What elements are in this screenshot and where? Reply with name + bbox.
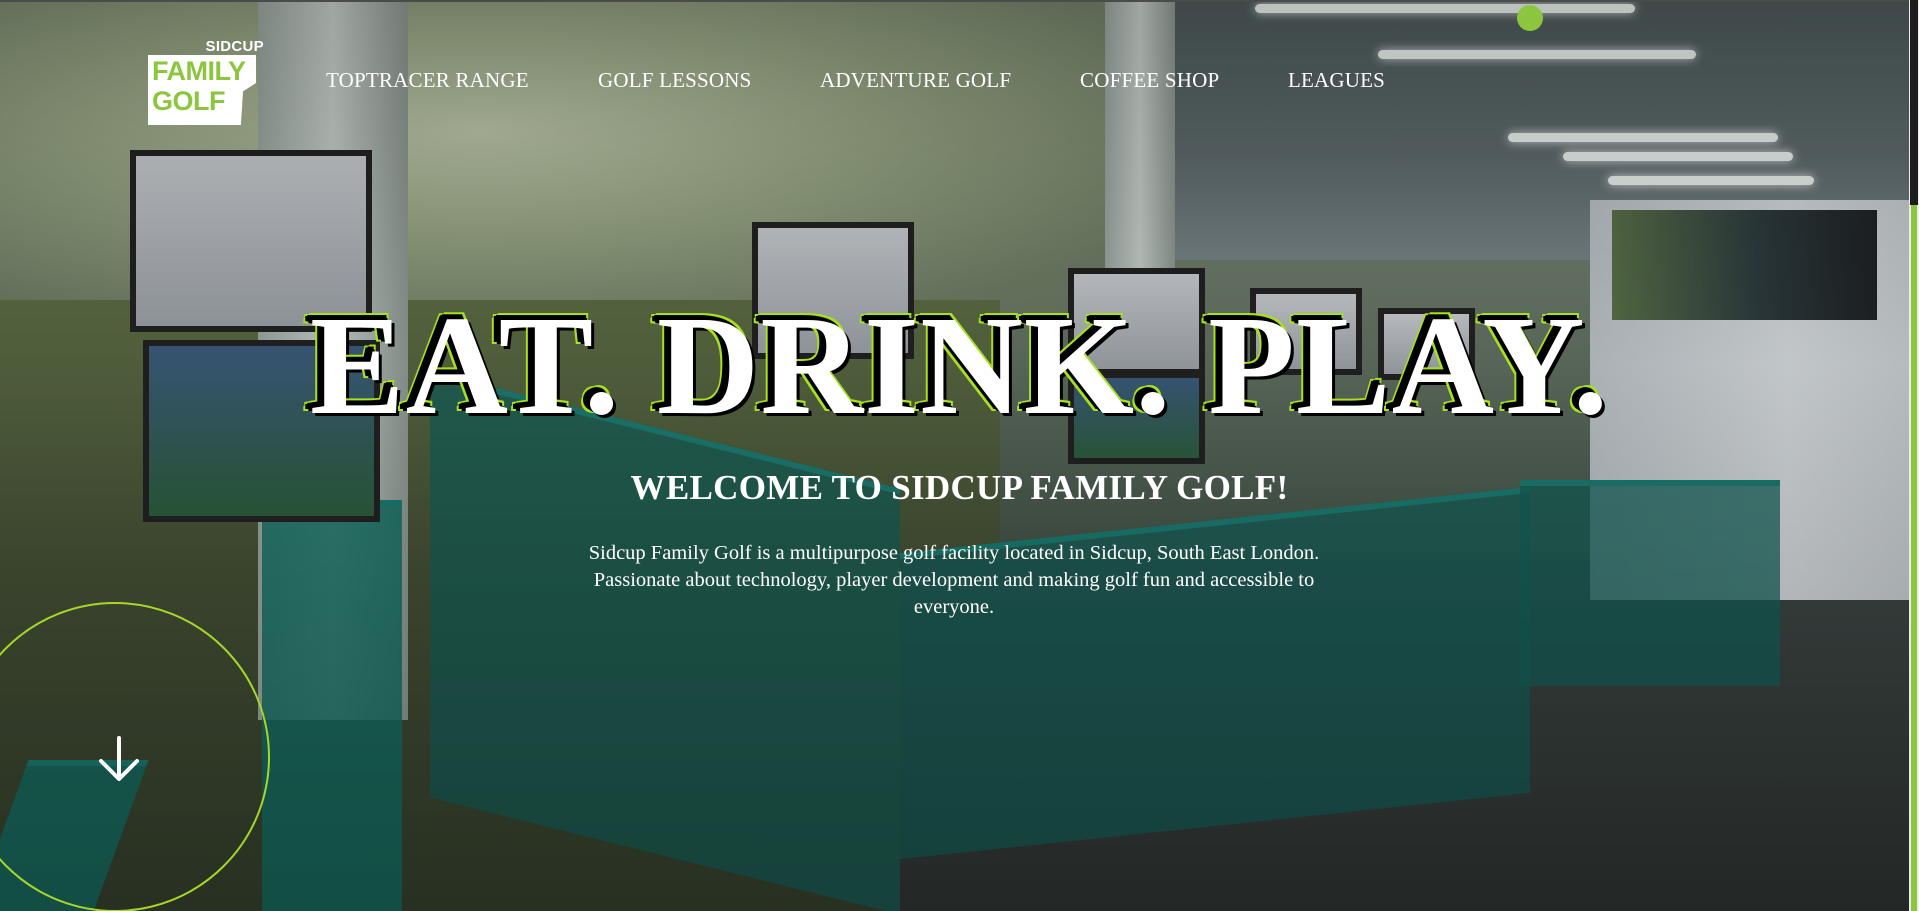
- hero-title: EAT. DRINK. PLAY.: [309, 286, 1610, 444]
- nav-item-leagues[interactable]: LEAGUES: [1288, 68, 1385, 93]
- page-scrollbar[interactable]: [1909, 0, 1919, 911]
- page: SIDCUP FAMILY GOLF TOPTRACER RANGE GOLF …: [0, 0, 1919, 911]
- nav-item-adventure-golf[interactable]: ADVENTURE GOLF: [820, 68, 1011, 93]
- scrollbar-progress-rail: [1911, 205, 1917, 911]
- nav-item-toptracer-range[interactable]: TOPTRACER RANGE: [326, 68, 529, 93]
- arrow-down-icon[interactable]: [96, 736, 142, 782]
- nav-item-coffee-shop[interactable]: COFFEE SHOP: [1080, 68, 1219, 93]
- logo-line-2: GOLF: [152, 86, 226, 116]
- site-logo[interactable]: SIDCUP FAMILY GOLF: [148, 38, 266, 126]
- logo-top-text: SIDCUP: [205, 38, 264, 55]
- hero-description: Sidcup Family Golf is a multipurpose gol…: [588, 542, 1320, 618]
- site-header: SIDCUP FAMILY GOLF TOPTRACER RANGE GOLF …: [0, 0, 1919, 130]
- nav-item-golf-lessons[interactable]: GOLF LESSONS: [598, 68, 752, 93]
- hero-subtitle: WELCOME TO SIDCUP FAMILY GOLF!: [630, 468, 1289, 507]
- hero-background-image: [0, 0, 1919, 911]
- scrollbar-thumb[interactable]: [1910, 0, 1918, 205]
- logo-line-1: FAMILY: [152, 56, 246, 86]
- top-border: [0, 0, 1919, 2]
- green-dot-indicator: [1517, 5, 1543, 31]
